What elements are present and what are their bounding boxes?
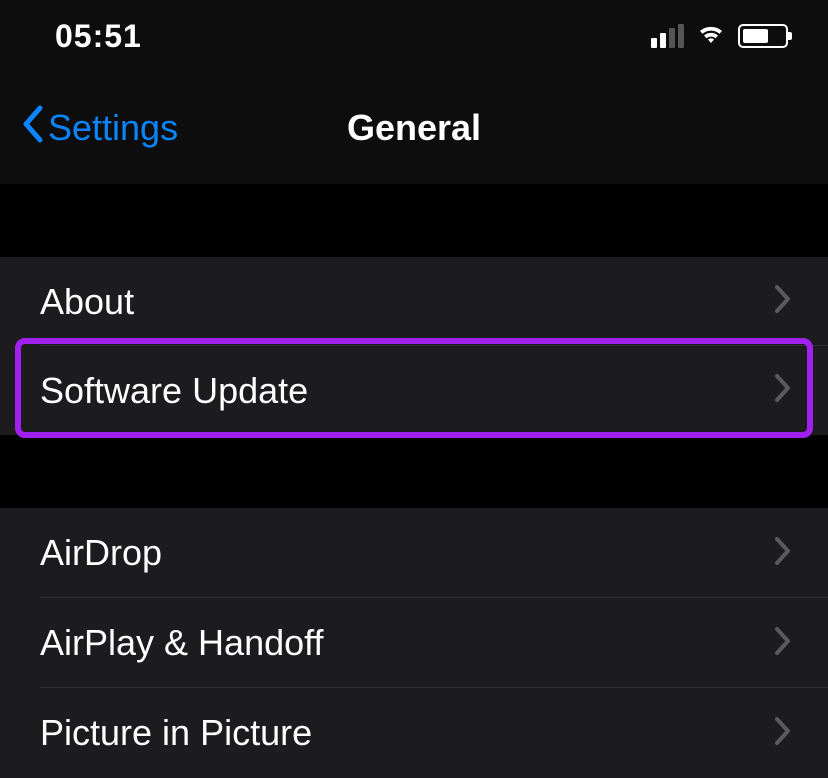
airplay-handoff-row[interactable]: AirPlay & Handoff	[0, 598, 828, 688]
software-update-row[interactable]: Software Update	[0, 346, 828, 435]
battery-icon	[738, 24, 788, 48]
row-label: AirPlay & Handoff	[40, 622, 323, 664]
back-button[interactable]: Settings	[20, 104, 178, 153]
chevron-left-icon	[20, 104, 44, 153]
about-row[interactable]: About	[0, 257, 828, 346]
row-label: About	[40, 281, 134, 323]
navigation-bar: Settings General	[0, 72, 828, 184]
airdrop-row[interactable]: AirDrop	[0, 508, 828, 598]
settings-group-2: AirDrop AirPlay & Handoff Picture in Pic…	[0, 508, 828, 778]
row-label: Picture in Picture	[40, 712, 312, 754]
row-label: Software Update	[40, 370, 308, 412]
settings-group-1: About Software Update	[0, 257, 828, 435]
section-spacer	[0, 435, 828, 508]
status-icons	[651, 22, 788, 51]
row-label: AirDrop	[40, 532, 162, 574]
wifi-icon	[696, 22, 726, 51]
chevron-right-icon	[774, 373, 792, 408]
section-spacer	[0, 184, 828, 257]
cellular-signal-icon	[651, 24, 684, 48]
chevron-right-icon	[774, 716, 792, 751]
chevron-right-icon	[774, 626, 792, 661]
page-title: General	[347, 107, 481, 149]
chevron-right-icon	[774, 536, 792, 571]
status-time: 05:51	[55, 18, 142, 55]
back-label: Settings	[48, 107, 178, 149]
picture-in-picture-row[interactable]: Picture in Picture	[0, 688, 828, 778]
status-bar: 05:51	[0, 0, 828, 72]
chevron-right-icon	[774, 284, 792, 319]
